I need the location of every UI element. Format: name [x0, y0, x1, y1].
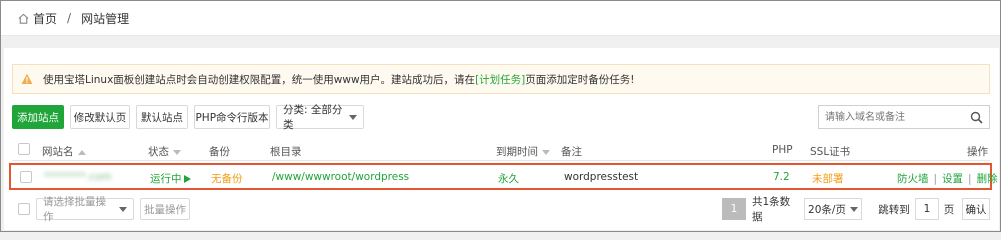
site-name-masked: ********.com — [44, 171, 112, 183]
column-root-dir: 根目录 — [270, 146, 302, 158]
chevron-down-icon — [849, 206, 858, 212]
root-dir-link[interactable]: /www/wwwroot/wordpress — [272, 171, 409, 183]
chevron-down-icon — [349, 114, 357, 120]
per-page-label: 20条/页 — [808, 203, 846, 216]
notice-text-after: 页面添加定时备份任务! — [525, 73, 635, 86]
notice-banner: 使用宝塔Linux面板创建站点时会自动创建权限配置，统一使用www用户。建站成功… — [12, 64, 990, 94]
warning-icon — [21, 73, 33, 84]
select-all-checkbox[interactable] — [18, 143, 30, 155]
jump-to-label: 跳转到 — [878, 203, 910, 216]
status-label: 运行中 — [150, 173, 182, 185]
batch-action-select-label: 请选择批量操作 — [43, 196, 106, 223]
sort-icon — [542, 149, 550, 155]
breadcrumb-current: 网站管理 — [81, 11, 130, 26]
ssl-status-link[interactable]: 未部署 — [812, 171, 844, 186]
add-site-button[interactable]: 添加站点 — [12, 105, 64, 129]
breadcrumb: 首页 / 网站管理 — [1, 1, 1000, 36]
firewall-link[interactable]: 防火墙 — [897, 173, 929, 185]
modify-default-page-button[interactable]: 修改默认页 — [70, 105, 130, 129]
notice-cron-link[interactable]: [计划任务] — [475, 72, 525, 87]
column-site-name[interactable]: 网站名 — [42, 144, 86, 159]
php-version-link[interactable]: 7.2 — [773, 171, 790, 183]
jump-page-input[interactable]: 1 — [915, 198, 939, 220]
column-expire[interactable]: 到期时间 — [496, 144, 550, 159]
table-header: 网站名 状态 备份 根目录 到期时间 备注 PHP SSL证书 操作 — [12, 139, 990, 161]
column-remark: 备注 — [561, 146, 582, 158]
divider: | — [933, 173, 938, 185]
delete-link[interactable]: 删除 — [977, 173, 998, 185]
site-name-link[interactable]: ********.com — [44, 171, 112, 183]
expire-link[interactable]: 永久 — [498, 171, 519, 186]
divider: | — [968, 173, 972, 185]
breadcrumb-separator: / — [67, 11, 72, 25]
search-icon[interactable] — [970, 111, 983, 124]
page-unit-label: 页 — [943, 203, 955, 216]
breadcrumb-home[interactable]: 首页 — [33, 10, 57, 27]
default-site-button[interactable]: 默认站点 — [136, 105, 188, 129]
confirm-button[interactable]: 确认 — [962, 198, 990, 220]
home-icon[interactable] — [17, 12, 30, 25]
remark-field[interactable]: wordpresstest — [564, 171, 638, 183]
search-box — [818, 105, 990, 129]
row-checkbox[interactable] — [20, 171, 32, 183]
toolbar: 添加站点 修改默认页 默认站点 PHP命令行版本 分类: 全部分类 — [12, 104, 990, 131]
column-backup: 备份 — [209, 146, 230, 158]
chevron-down-icon — [119, 206, 127, 212]
per-page-select[interactable]: 20条/页 — [804, 198, 862, 220]
site-management-panel: 使用宝塔Linux面板创建站点时会自动创建权限配置，统一使用www用户。建站成功… — [4, 48, 999, 230]
row-actions: 防火墙 | 设置 | 删除 — [897, 171, 998, 186]
category-select[interactable]: 分类: 全部分类 — [276, 104, 364, 131]
play-icon — [183, 175, 191, 183]
column-status[interactable]: 状态 — [148, 144, 181, 159]
sort-icon — [77, 149, 86, 155]
php-cli-version-button[interactable]: PHP命令行版本 — [194, 105, 270, 129]
settings-link[interactable]: 设置 — [942, 173, 963, 185]
batch-action-select[interactable]: 请选择批量操作 — [36, 196, 134, 223]
search-input[interactable] — [819, 107, 959, 127]
column-php: PHP — [772, 144, 793, 156]
table-footer: 请选择批量操作 批量操作 1 共1条数据 20条/页 跳转到 1 页 确认 — [12, 196, 990, 223]
notice-text-before: 使用宝塔Linux面板创建站点时会自动创建权限配置，统一使用www用户。建站成功… — [43, 73, 476, 86]
pagination-total: 共1条数据 — [752, 196, 791, 223]
sort-icon — [173, 149, 181, 155]
column-expire-label: 到期时间 — [496, 146, 538, 158]
column-site-name-label: 网站名 — [42, 146, 74, 158]
status-running-toggle[interactable]: 运行中 — [150, 171, 191, 186]
pagination-current-page[interactable]: 1 — [722, 198, 746, 220]
backup-link[interactable]: 无备份 — [211, 171, 243, 186]
table-row: ********.com 运行中 无备份 /www/wwwroot/wordpr… — [9, 163, 998, 190]
column-status-label: 状态 — [148, 146, 169, 158]
category-select-label: 分类: 全部分类 — [283, 104, 343, 131]
column-action: 操作 — [967, 146, 988, 158]
batch-action-button[interactable]: 批量操作 — [140, 198, 190, 220]
column-ssl: SSL证书 — [810, 146, 851, 158]
footer-select-all-checkbox[interactable] — [18, 203, 30, 215]
